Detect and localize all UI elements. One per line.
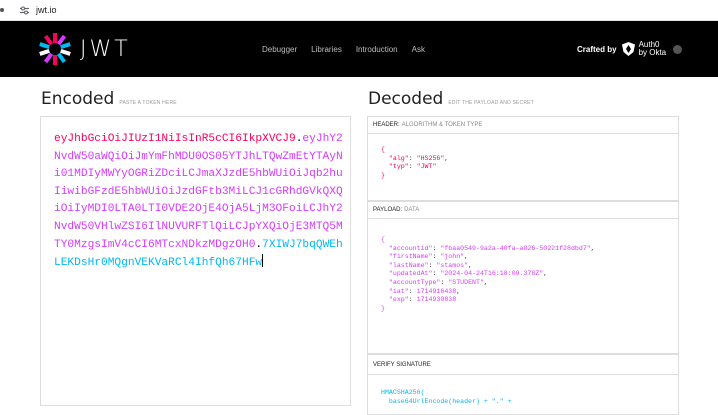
- site-settings-icon[interactable]: [18, 5, 30, 15]
- decoded-heading: Decoded EDIT THE PAYLOAD AND SECRET: [368, 89, 534, 109]
- auth0-badge: Auth0 by Okta: [621, 41, 667, 57]
- payload-json-editor[interactable]: { "accountid": "fbaa0549-9a2a-40fa-a026-…: [367, 219, 679, 354]
- verify-line-1: HMACSHA256(: [381, 389, 425, 396]
- verify-section-title: VERIFY SIGNATURE: [367, 354, 679, 375]
- header-section-title: HEADER: ALGORITHM & TOKEN TYPE: [367, 116, 679, 134]
- browser-back-indicator: [0, 8, 4, 12]
- encoded-title: Encoded: [41, 89, 115, 109]
- encoded-token-editor[interactable]: eyJhbGciOiJIUzI1NiIsInR5cCI6IkpXVCJ9.eyJ…: [40, 116, 351, 406]
- token-header-part: eyJhbGciOiJIUzI1NiIsInR5cCI6IkpXVCJ9: [54, 133, 296, 145]
- payload-iat-value: 1714916438: [416, 287, 457, 295]
- nav-link-libraries[interactable]: Libraries: [311, 45, 342, 54]
- crafted-by[interactable]: Crafted by Auth0 by Okta: [577, 21, 683, 77]
- text-caret: [262, 254, 264, 268]
- payload-accounttype-value: "STUDENT": [448, 278, 484, 286]
- top-navbar: JWT Debugger Libraries Introduction Ask …: [0, 21, 718, 77]
- browser-address-bar: jwt.io: [0, 0, 718, 21]
- payload-updatedat-value: "2024-04-24T16:18:09.378Z": [440, 270, 544, 278]
- decoded-title: Decoded: [368, 89, 444, 109]
- auth0-icon: [621, 42, 635, 56]
- payload-lastname-value: "stamos": [436, 261, 469, 269]
- url-text[interactable]: jwt.io: [36, 5, 57, 15]
- logo-text: JWT: [80, 36, 131, 62]
- verify-line-2: base64UrlEncode(header) + "." +: [381, 397, 512, 405]
- decoded-panel: HEADER: ALGORITHM & TOKEN TYPE { "alg": …: [367, 116, 679, 415]
- payload-firstname-value: "john": [440, 253, 465, 261]
- auth0-line2: by Okta: [638, 48, 667, 57]
- crafted-by-label: Crafted by: [577, 44, 617, 54]
- header-alg-value: "HS256": [416, 154, 445, 162]
- nav-link-debugger[interactable]: Debugger: [262, 45, 297, 54]
- encoded-heading: Encoded PASTE A TOKEN HERE: [41, 89, 177, 109]
- decoded-subtitle: EDIT THE PAYLOAD AND SECRET: [448, 100, 534, 106]
- info-icon[interactable]: [673, 44, 683, 54]
- header-typ-value: "JWT": [416, 163, 437, 171]
- nav-links: Debugger Libraries Introduction Ask: [262, 21, 439, 77]
- jwt-logo[interactable]: JWT: [38, 32, 131, 66]
- encoded-subtitle: PASTE A TOKEN HERE: [119, 100, 177, 106]
- nav-link-ask[interactable]: Ask: [412, 45, 425, 54]
- payload-exp-value: 1714930838: [416, 296, 457, 304]
- payload-section-title: PAYLOAD: DATA: [367, 201, 679, 219]
- payload-accountid-value: "fbaa0549-9a2a-40fa-a026-50221f28dbd7": [440, 244, 591, 252]
- jwt-logo-icon: [39, 33, 71, 65]
- token-payload-part: eyJhY2NvdW50aWQiOiJmYmFhMDU0OS05YTJhLTQw…: [54, 133, 343, 251]
- header-json-editor[interactable]: { "alg": "HS256", "typ": "JWT" }: [367, 134, 679, 201]
- encoded-token-text[interactable]: eyJhbGciOiJIUzI1NiIsInR5cCI6IkpXVCJ9.eyJ…: [54, 131, 344, 273]
- nav-link-introduction[interactable]: Introduction: [356, 45, 398, 54]
- verify-signature-editor[interactable]: HMACSHA256( base64UrlEncode(header) + ".…: [367, 375, 679, 415]
